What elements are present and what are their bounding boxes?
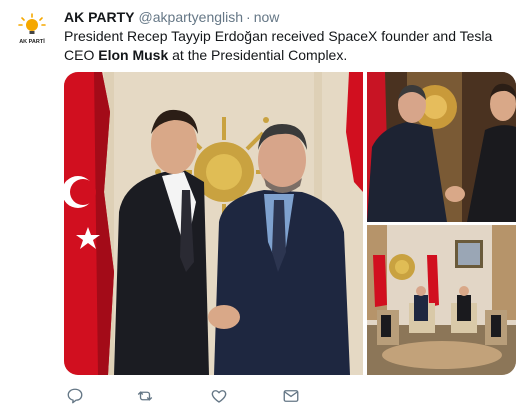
direct-message-icon [283,390,299,402]
photo-meeting-room[interactable] [367,225,516,375]
like-icon [211,390,227,403]
avatar-logo-text: AK PARTİ [19,38,45,45]
tweet-header: AK PARTY @akpartyenglish · now [64,8,279,26]
photo-main[interactable] [64,72,363,375]
retweet-button[interactable] [136,387,156,407]
retweet-icon [137,391,153,401]
photo-main-image [64,72,363,375]
author-handle[interactable]: @akpartyenglish [139,9,244,25]
author-name[interactable]: AK PARTY [64,9,135,25]
tweet-text-bold: Elon Musk [98,47,169,63]
photo-meeting-room-image [367,225,516,375]
avatar[interactable]: AK PARTİ [14,12,50,48]
separator-dot: · [246,9,251,25]
tweet-text-part: at the Presidential Complex. [168,47,348,63]
tweet[interactable]: AK PARTİ AK PARTY @akpartyenglish · now Pre… [0,0,528,410]
direct-message-button[interactable] [282,387,302,407]
ak-party-logo-icon: AK PARTİ [18,13,46,45]
tweet-timestamp[interactable]: now [254,9,280,25]
like-button[interactable] [210,387,230,407]
reply-icon [67,388,83,404]
media-grid [64,72,516,375]
photo-handshake-closeup[interactable] [367,72,516,222]
tweet-actions [64,387,364,407]
photo-handshake-closeup-image [367,72,516,222]
reply-button[interactable] [66,387,86,407]
tweet-text: President Recep Tayyip Erdoğan received … [64,27,514,65]
